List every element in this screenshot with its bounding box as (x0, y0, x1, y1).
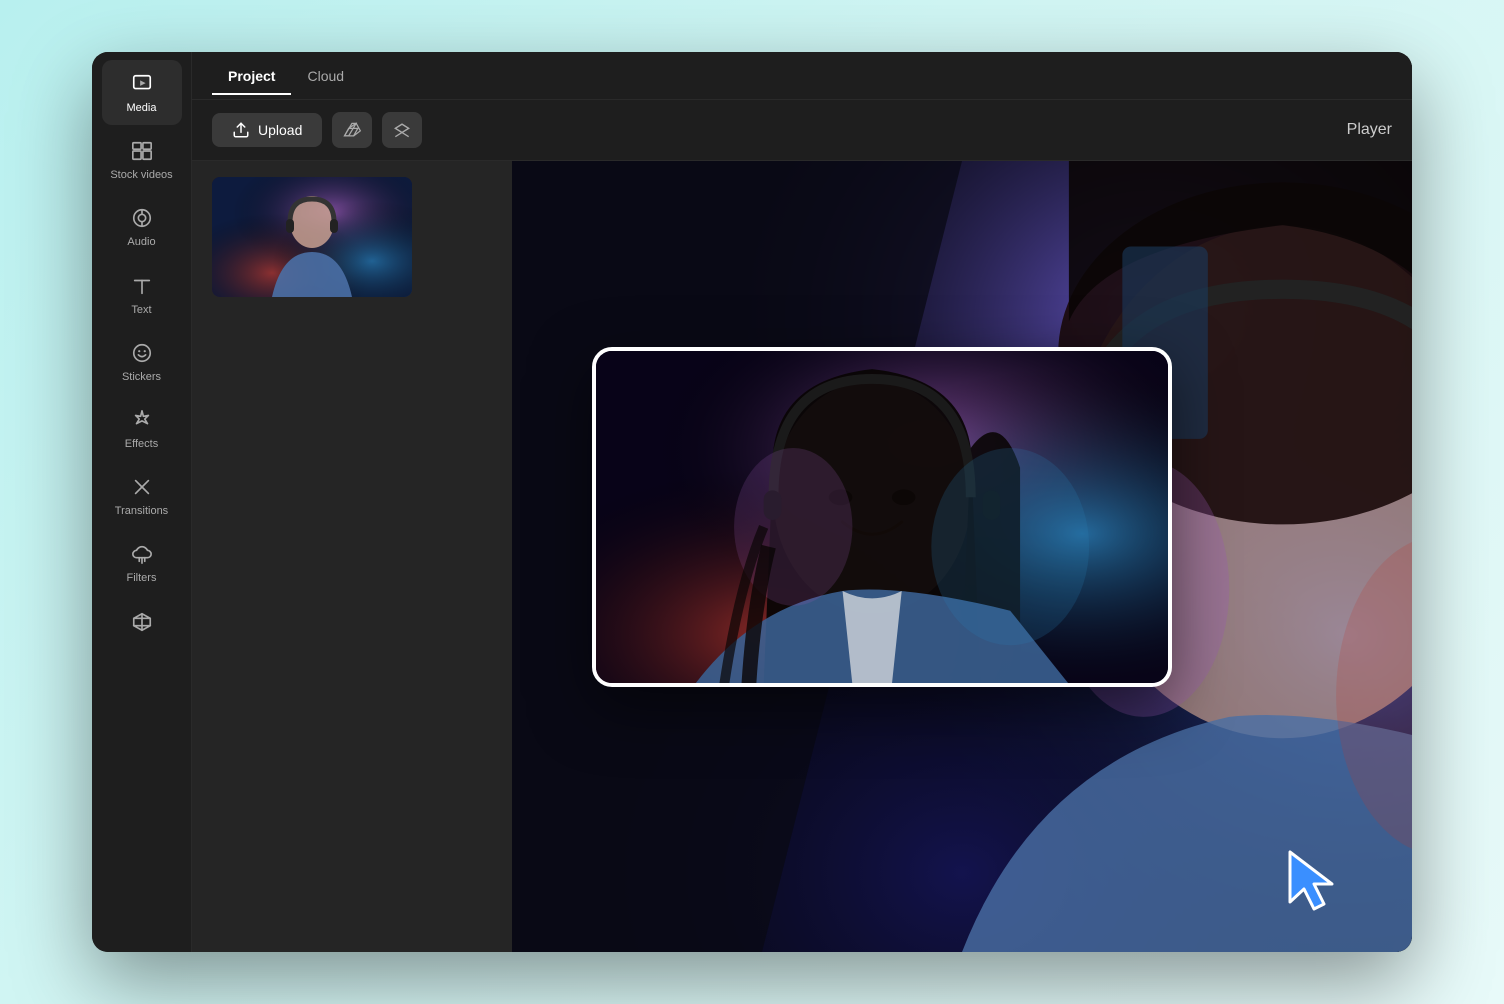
media-content (192, 161, 1412, 952)
toolbar: Upload Player (192, 100, 1412, 161)
thumbnail-svg (212, 177, 412, 297)
upload-icon (232, 121, 250, 139)
sidebar-item-label-effects: Effects (125, 438, 158, 451)
filters-icon (128, 540, 156, 568)
sidebar-item-audio[interactable]: Audio (102, 194, 182, 259)
sidebar-item-text[interactable]: Text (102, 262, 182, 327)
sidebar-item-label-audio: Audio (127, 236, 155, 249)
media-thumbnail[interactable] (212, 177, 412, 297)
tab-project[interactable]: Project (212, 58, 291, 94)
stickers-icon (128, 339, 156, 367)
sidebar-item-transitions[interactable]: Transitions (102, 463, 182, 528)
sidebar-item-label-stickers: Stickers (122, 371, 161, 384)
sidebar: Media Stock videos Audio Text Stickers (92, 52, 192, 952)
google-drive-icon (342, 120, 362, 140)
sidebar-item-label-transitions: Transitions (115, 505, 168, 518)
sidebar-item-filters[interactable]: Filters (102, 530, 182, 595)
sidebar-item-label-stock: Stock videos (110, 169, 172, 182)
player-card-svg (596, 347, 1168, 687)
transitions-icon (128, 473, 156, 501)
media-icon (128, 70, 156, 98)
sidebar-item-label-media: Media (127, 102, 157, 115)
player-area (512, 161, 1412, 952)
player-label: Player (1347, 121, 1392, 139)
google-drive-button[interactable] (332, 112, 372, 148)
sidebar-item-stock[interactable]: Stock videos (102, 127, 182, 192)
sidebar-item-label-filters: Filters (127, 572, 157, 585)
thumbnail-image (212, 177, 412, 297)
audio-icon (128, 204, 156, 232)
upload-button[interactable]: Upload (212, 113, 322, 147)
sidebar-item-3d[interactable] (102, 598, 182, 646)
sidebar-item-effects[interactable]: Effects (102, 396, 182, 461)
tab-bar: Project Cloud (192, 52, 1412, 100)
sidebar-item-media[interactable]: Media (102, 60, 182, 125)
effects-icon (128, 406, 156, 434)
dropbox-icon (392, 120, 412, 140)
3d-icon (128, 608, 156, 636)
app-window: Media Stock videos Audio Text Stickers (92, 52, 1412, 952)
player-card-inner (596, 351, 1168, 683)
sidebar-item-stickers[interactable]: Stickers (102, 329, 182, 394)
tab-cloud[interactable]: Cloud (291, 58, 360, 94)
sidebar-item-label-text: Text (131, 304, 151, 317)
dropbox-button[interactable] (382, 112, 422, 148)
main-panel: Project Cloud Upload (192, 52, 1412, 952)
cursor-icon (1282, 847, 1352, 917)
text-icon (128, 272, 156, 300)
cursor-arrow (1282, 847, 1352, 922)
stock-icon (128, 137, 156, 165)
player-card (592, 347, 1172, 687)
